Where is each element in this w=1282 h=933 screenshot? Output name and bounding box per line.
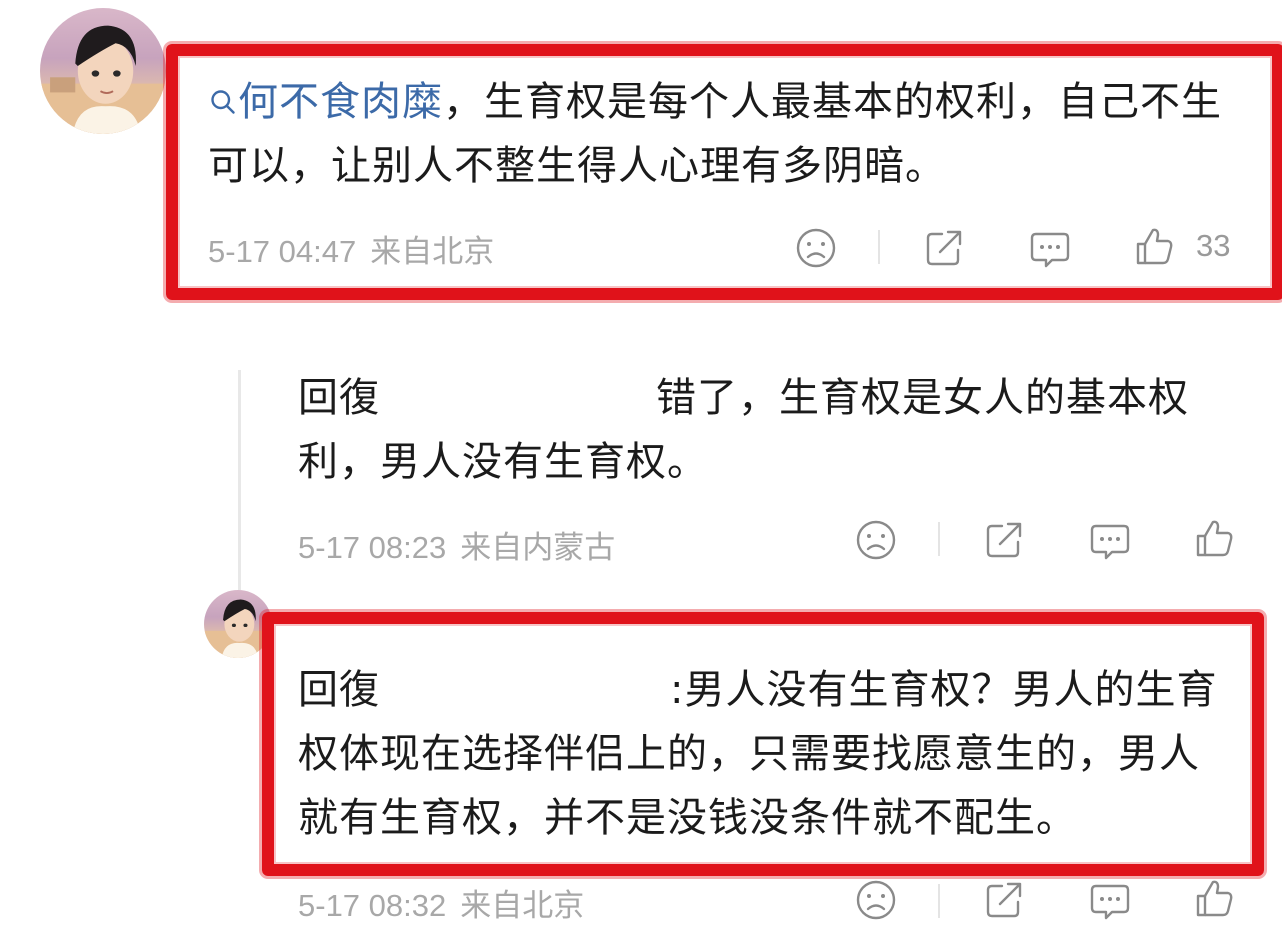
divider — [938, 522, 940, 556]
comment-text: 何不食肉糜，生育权是每个人最基本的权利，自己不生可以，让别人不整生得人心理有多阴… — [208, 70, 1248, 198]
share-icon[interactable] — [982, 518, 1026, 562]
like-count: 33 — [1196, 228, 1231, 263]
reply-text: 回復:男人没有生育权？男人的生育权体现在选择伴侣上的，只需要找愿意生的，男人就有… — [298, 658, 1228, 850]
thumbs-up-icon[interactable] — [1132, 224, 1176, 268]
reply-location: 来自北京 — [460, 888, 585, 924]
reply-time: 5-17 08:32 — [298, 888, 447, 923]
comment-meta: 5-17 04:47 来自北京 — [208, 226, 494, 271]
thread-line — [238, 370, 241, 590]
share-icon[interactable] — [982, 878, 1026, 922]
search-icon[interactable] — [208, 79, 238, 125]
reply-meta: 5-17 08:32 来自北京 — [298, 880, 584, 925]
comment-icon[interactable] — [1028, 226, 1072, 270]
reply-meta: 5-17 08:23 来自内蒙古 — [298, 522, 615, 567]
sad-face-icon[interactable] — [854, 518, 898, 562]
comment-icon[interactable] — [1088, 518, 1132, 562]
thumbs-up-icon[interactable] — [1192, 876, 1236, 920]
reply-text: 回復 错了，生育权是女人的基本权利，男人没有生育权。 — [298, 366, 1248, 494]
sad-face-icon[interactable] — [794, 226, 838, 270]
user-mention-link[interactable]: 何不食肉糜 — [238, 79, 443, 125]
divider — [938, 884, 940, 918]
comment-icon[interactable] — [1088, 878, 1132, 922]
reply-location: 来自内蒙古 — [460, 530, 616, 566]
avatar[interactable] — [40, 8, 166, 134]
comment-location: 来自北京 — [370, 234, 495, 270]
reply-body: 错了，生育权是女人的基本权利，男人没有生育权。 — [298, 375, 1189, 485]
sad-face-icon[interactable] — [854, 878, 898, 922]
divider — [878, 230, 880, 264]
thumbs-up-icon[interactable] — [1192, 516, 1236, 560]
reply-body: :男人没有生育权？男人的生育权体现在选择伴侣上的，只需要找愿意生的，男人就有生育… — [298, 667, 1218, 841]
reply-prefix: 回復 — [298, 667, 380, 713]
reply-prefix: 回復 — [298, 375, 380, 421]
comment-time: 5-17 04:47 — [208, 234, 357, 269]
share-icon[interactable] — [922, 226, 966, 270]
reply-time: 5-17 08:23 — [298, 530, 447, 565]
